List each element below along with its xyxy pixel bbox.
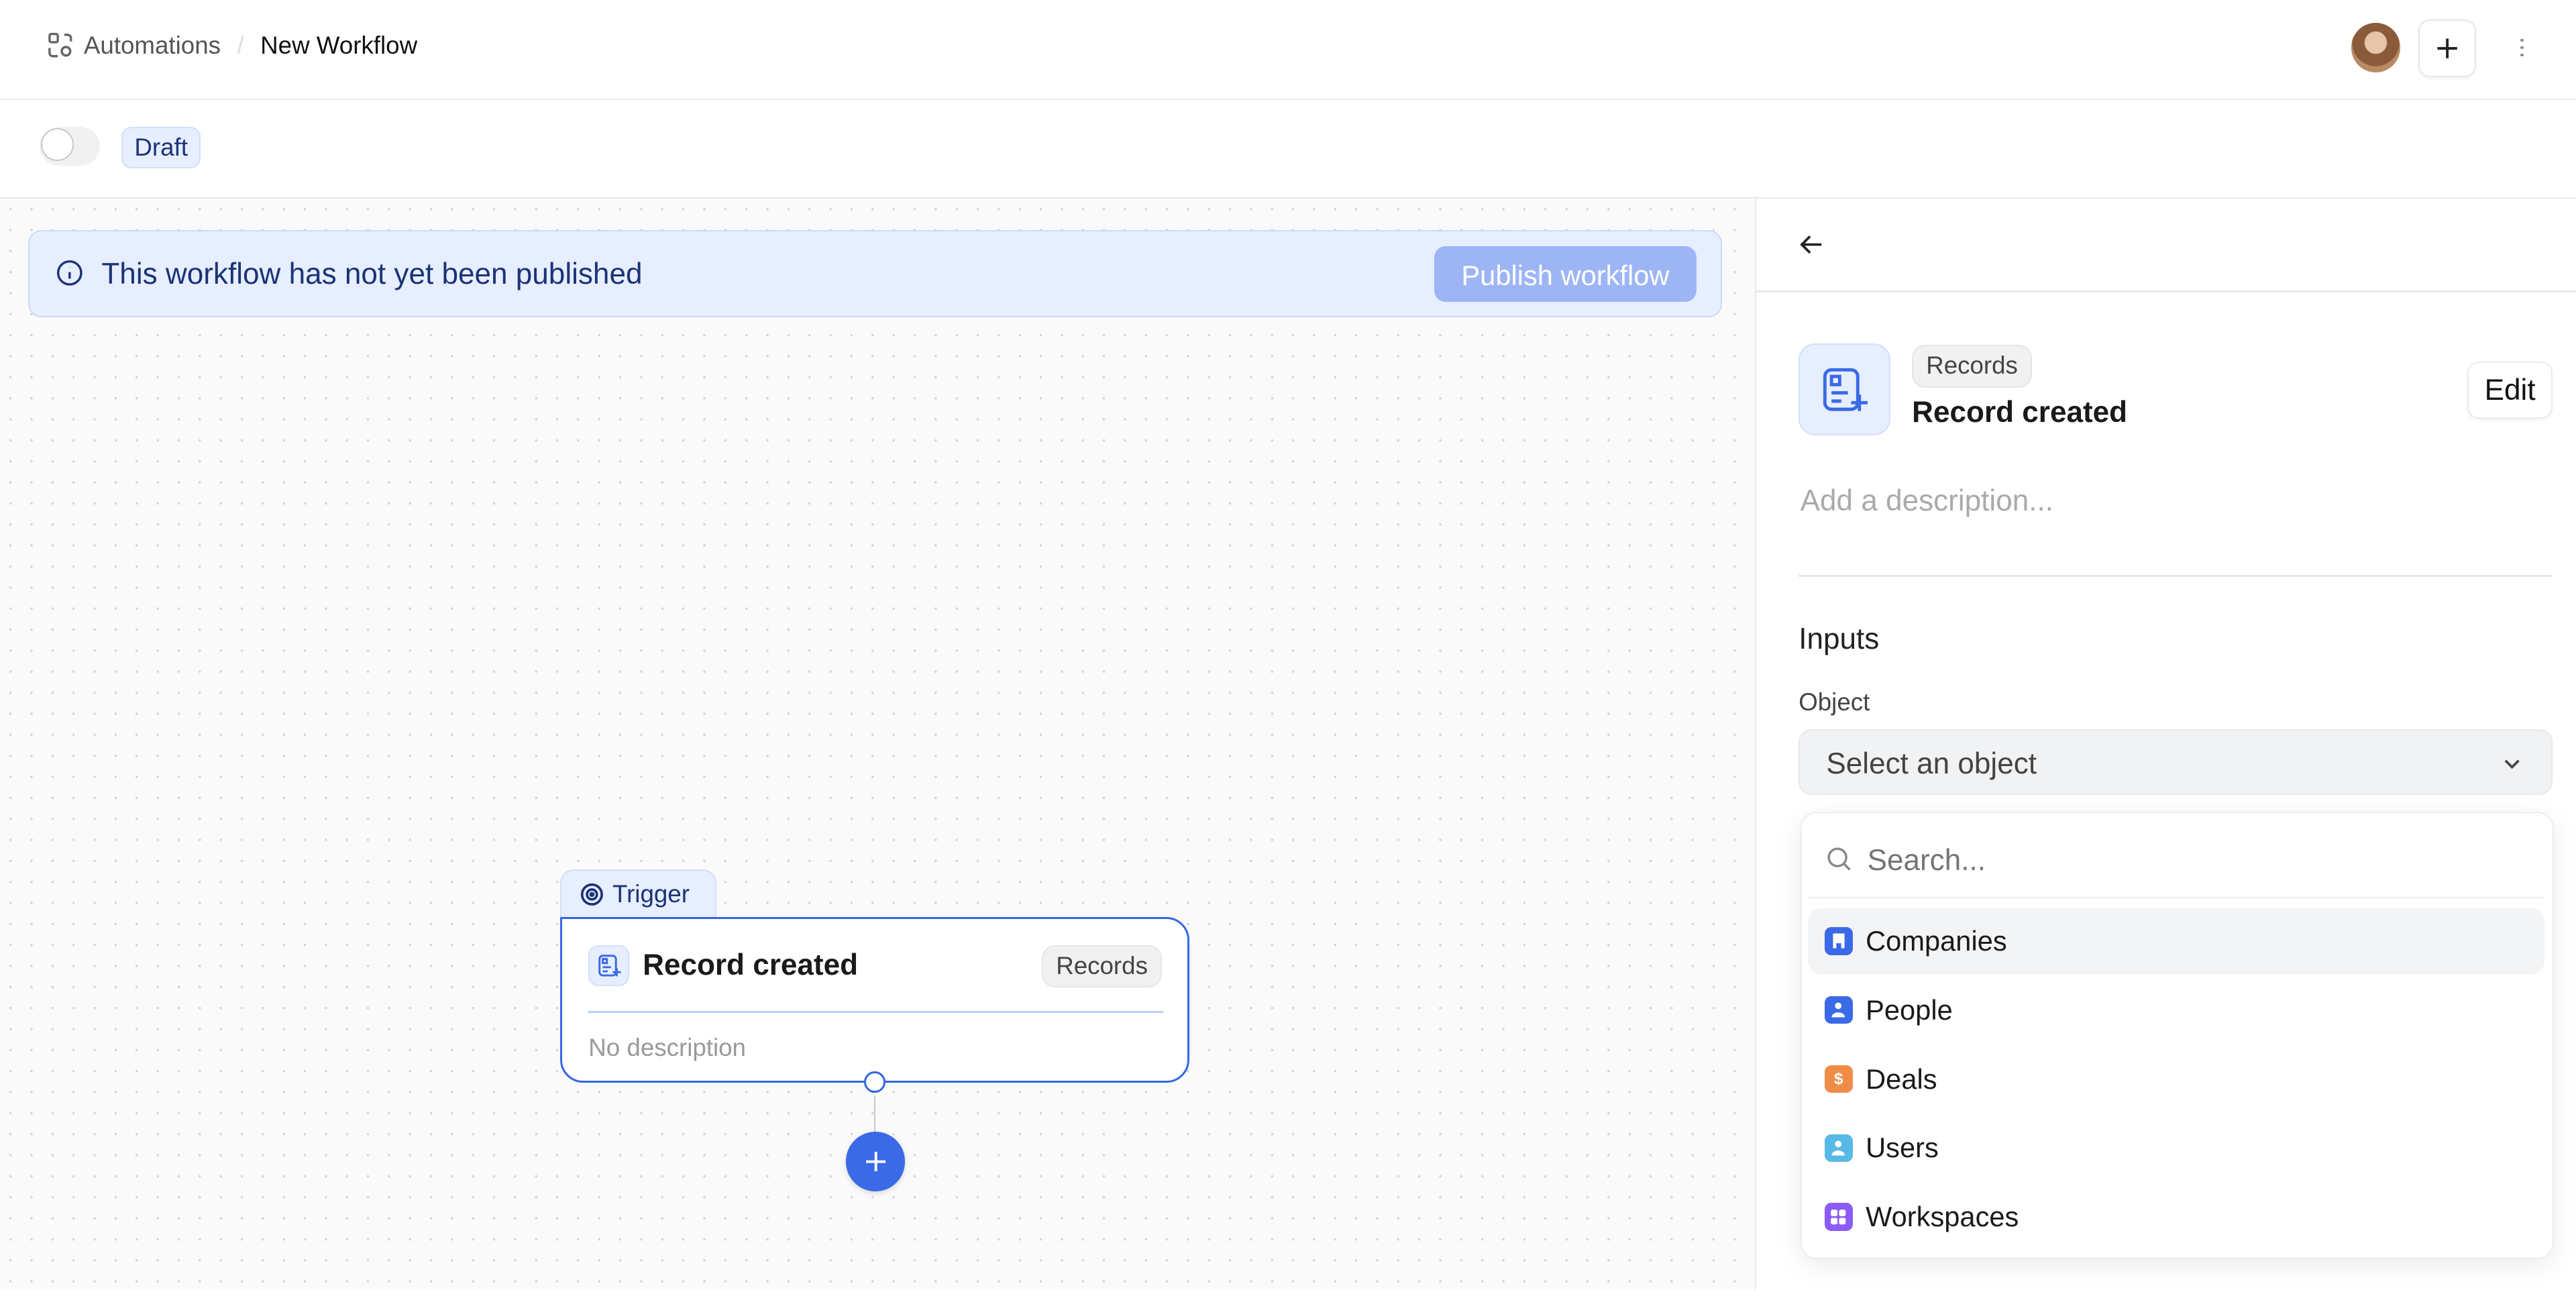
search-input[interactable]	[1864, 836, 2528, 885]
plus-icon	[865, 1151, 885, 1172]
option-companies[interactable]: Companies	[1808, 908, 2544, 974]
option-deals[interactable]: $ Deals	[1808, 1046, 2544, 1112]
node-category-badge: Records	[1042, 945, 1162, 988]
more-options-button[interactable]	[2510, 30, 2533, 66]
workflow-editor: Automations / New Workflow Draft This wo…	[0, 0, 2576, 1290]
kebab-icon	[2520, 38, 2524, 57]
option-label: Companies	[1866, 924, 2007, 957]
step-category-badge: Records	[1912, 345, 2032, 388]
step-details-panel: Records Record created Edit Add a descri…	[1754, 199, 2576, 1290]
breadcrumb: Automations / New Workflow	[46, 31, 418, 60]
node-output-handle[interactable]	[864, 1071, 885, 1093]
activate-toggle[interactable]	[39, 126, 101, 166]
section-divider	[1799, 575, 2553, 577]
back-arrow-icon[interactable]	[1799, 231, 1825, 258]
chevron-down-icon	[2504, 759, 2520, 769]
trigger-node[interactable]: Record created Records No description	[560, 916, 1190, 1083]
node-divider	[588, 1010, 1164, 1014]
publish-workflow-button[interactable]: Publish workflow	[1434, 246, 1697, 303]
add-button[interactable]	[2418, 19, 2476, 78]
automations-icon	[48, 32, 72, 58]
breadcrumb-automations[interactable]: Automations	[84, 32, 221, 60]
description-input[interactable]: Add a description...	[1801, 484, 2053, 518]
option-label: Deals	[1866, 1063, 1937, 1095]
option-label: Workspaces	[1866, 1201, 2019, 1233]
avatar[interactable]	[2351, 23, 2400, 72]
trigger-label: Trigger	[612, 880, 690, 908]
object-dropdown: Companies People $ Deals Users Workspace…	[1800, 811, 2554, 1260]
node-title: Record created	[643, 948, 859, 981]
workflow-toolbar	[0, 100, 2576, 199]
unpublished-banner: This workflow has not yet been published…	[28, 229, 1722, 317]
object-label: Object	[1799, 688, 1870, 716]
building-icon	[1824, 926, 1853, 955]
trigger-tab: Trigger	[560, 869, 716, 918]
target-icon	[580, 883, 603, 906]
top-header: Automations / New Workflow	[0, 0, 2576, 100]
inputs-heading: Inputs	[1799, 623, 1880, 656]
person-icon	[1824, 1134, 1853, 1163]
option-label: People	[1866, 993, 1953, 1026]
record-created-icon	[1823, 368, 1868, 411]
add-step-button[interactable]	[846, 1132, 906, 1191]
status-badge: Draft	[121, 126, 201, 169]
record-created-icon	[598, 955, 621, 977]
search-icon	[1827, 847, 1851, 871]
step-title: Record created	[1912, 396, 2128, 429]
workflow-canvas[interactable]	[0, 199, 1755, 1290]
object-select[interactable]: Select an object	[1799, 729, 2553, 796]
select-placeholder: Select an object	[1826, 747, 2037, 780]
dollar-icon: $	[1824, 1065, 1853, 1093]
person-icon	[1824, 996, 1853, 1024]
option-people[interactable]: People	[1808, 977, 2544, 1043]
breadcrumb-separator: /	[237, 31, 244, 59]
option-workspaces[interactable]: Workspaces	[1808, 1184, 2544, 1250]
connector-line	[873, 1095, 876, 1132]
node-description: No description	[588, 1033, 746, 1061]
grid-icon	[1824, 1203, 1853, 1232]
search-divider	[1808, 896, 2544, 899]
option-label: Users	[1866, 1132, 1939, 1164]
page-title: New Workflow	[260, 31, 418, 59]
panel-header-divider	[1756, 290, 2576, 292]
plus-icon	[2437, 38, 2457, 58]
node-icon-box	[588, 945, 630, 986]
banner-message: This workflow has not yet been published	[101, 258, 643, 291]
option-users[interactable]: Users	[1808, 1115, 2544, 1181]
step-icon-box	[1799, 343, 1891, 435]
edit-button[interactable]: Edit	[2467, 361, 2553, 419]
info-icon	[56, 260, 83, 286]
